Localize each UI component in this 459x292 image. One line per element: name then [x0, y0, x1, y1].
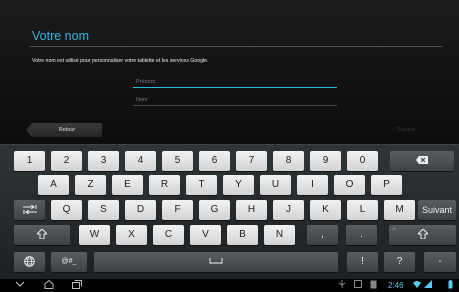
key-k[interactable]: K — [310, 200, 341, 220]
language-key[interactable] — [14, 252, 45, 272]
key-x[interactable]: X — [116, 225, 147, 245]
key-v[interactable]: V — [190, 225, 221, 245]
shift-icon — [417, 229, 428, 240]
setup-panel: Votre nom Votre nom est utilisé pour per… — [0, 0, 459, 144]
key-n[interactable]: N — [264, 225, 295, 245]
key-y[interactable]: Y — [223, 175, 254, 195]
tab-icon — [22, 204, 37, 214]
shift-key-left[interactable]: . — [14, 225, 70, 245]
key-i[interactable]: I — [297, 175, 328, 195]
key-z[interactable]: Z — [75, 175, 106, 195]
title-divider — [30, 46, 442, 47]
wifi-icon — [413, 280, 421, 288]
signal-icon — [424, 280, 432, 288]
recent-apps-icon[interactable] — [72, 280, 82, 289]
spacebar[interactable] — [94, 252, 338, 272]
key-f[interactable]: F — [162, 200, 193, 220]
next-action-key[interactable]: Suivant — [418, 200, 456, 220]
key-period[interactable]: . — [346, 225, 377, 245]
key-4[interactable]: 4 — [125, 151, 156, 171]
key-b[interactable]: B — [227, 225, 258, 245]
key-g[interactable]: G — [199, 200, 230, 220]
document-notification-icon[interactable] — [370, 280, 377, 289]
key-w[interactable]: W — [79, 225, 110, 245]
globe-icon — [24, 256, 35, 267]
usb-notification-icon[interactable] — [338, 280, 346, 288]
backspace-icon — [416, 156, 428, 165]
key-e[interactable]: E — [112, 175, 143, 195]
key-c[interactable]: C — [153, 225, 184, 245]
home-nav-icon[interactable] — [44, 280, 54, 289]
key-comma[interactable]: , — [307, 225, 338, 245]
screenshot-notification-icon[interactable] — [354, 280, 362, 288]
back-button[interactable]: Retour — [26, 123, 102, 137]
key-m[interactable]: M — [384, 200, 415, 220]
onscreen-keyboard: 1 2 3 4 5 6 7 8 9 0 A Z E R T Y U I O P … — [0, 144, 459, 280]
key-j[interactable]: J — [273, 200, 304, 220]
key-l[interactable]: L — [347, 200, 378, 220]
screen: Votre nom Votre nom est utilisé pour per… — [0, 0, 459, 292]
key-5[interactable]: 5 — [162, 151, 193, 171]
key-7[interactable]: 7 — [236, 151, 267, 171]
key-a[interactable]: A — [38, 175, 69, 195]
hint-dot: . — [17, 226, 19, 231]
key-8[interactable]: 8 — [273, 151, 304, 171]
key-u[interactable]: U — [260, 175, 291, 195]
page-title: Votre nom — [32, 29, 89, 43]
key-exclamation[interactable]: ! — [347, 252, 378, 272]
first-name-field[interactable]: Prénom — [133, 78, 337, 88]
key-d[interactable]: D — [125, 200, 156, 220]
back-nav-icon[interactable] — [15, 280, 25, 288]
key-0[interactable]: 0 — [347, 151, 378, 171]
key-o[interactable]: O — [334, 175, 365, 195]
key-3[interactable]: 3 — [88, 151, 119, 171]
battery-icon — [448, 280, 453, 289]
key-t[interactable]: T — [186, 175, 217, 195]
key-h[interactable]: H — [236, 200, 267, 220]
last-name-field[interactable]: Nom — [133, 96, 337, 106]
symbols-key[interactable]: @#_ — [51, 252, 87, 272]
key-r[interactable]: R — [149, 175, 180, 195]
hint-at: @ — [392, 226, 397, 231]
shift-key-right[interactable]: @ — [389, 225, 456, 245]
key-question[interactable]: ? — [384, 252, 415, 272]
key-dash[interactable]: - — [424, 252, 456, 272]
key-s[interactable]: S — [88, 200, 119, 220]
clock: 2:46 — [388, 281, 404, 290]
shift-icon — [37, 229, 47, 240]
tab-key[interactable] — [14, 200, 45, 220]
system-navigation-bar: 2:46 — [0, 279, 459, 292]
key-9[interactable]: 9 — [310, 151, 341, 171]
next-button[interactable]: Suivant — [386, 123, 426, 137]
spacebar-icon — [209, 258, 223, 264]
key-p[interactable]: P — [371, 175, 402, 195]
page-subtitle: Votre nom est utilisé pour personnaliser… — [32, 58, 209, 64]
key-1[interactable]: 1 — [14, 151, 45, 171]
backspace-key[interactable] — [390, 151, 454, 171]
key-2[interactable]: 2 — [51, 151, 82, 171]
key-6[interactable]: 6 — [199, 151, 230, 171]
key-q[interactable]: Q — [51, 200, 82, 220]
